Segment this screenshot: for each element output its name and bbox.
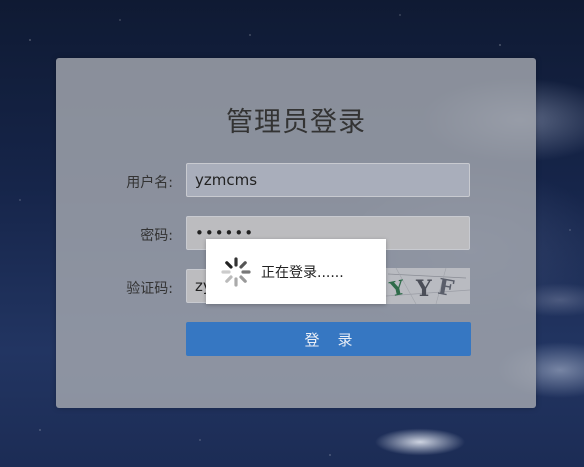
username-label: 用户名: bbox=[126, 175, 173, 191]
username-input[interactable]: yzmcms bbox=[186, 163, 470, 197]
login-button[interactable]: 登录 bbox=[186, 322, 471, 356]
svg-text:Y: Y bbox=[415, 276, 432, 302]
spinner-icon bbox=[220, 256, 252, 288]
captcha-label: 验证码: bbox=[126, 281, 173, 297]
captcha-drawing: Y Y F bbox=[386, 268, 470, 304]
loading-text: 正在登录...... bbox=[261, 265, 344, 281]
loading-dialog: 正在登录...... bbox=[206, 239, 386, 304]
login-panel: 管理员登录 用户名: yzmcms 密码: •••••• 验证码: zy Y Y… bbox=[56, 58, 536, 408]
login-title: 管理员登录 bbox=[226, 107, 366, 138]
captcha-image[interactable]: Y Y F bbox=[386, 268, 470, 304]
password-label: 密码: bbox=[140, 228, 173, 244]
